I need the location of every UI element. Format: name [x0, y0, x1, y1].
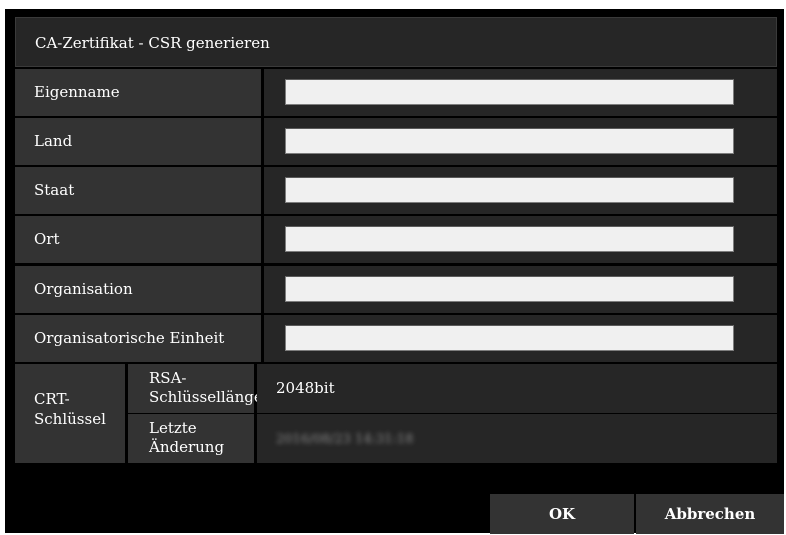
- common-name-cell: [264, 69, 777, 116]
- country-cell: [264, 118, 777, 165]
- locality-cell: [264, 216, 777, 263]
- organizational-unit-label: Organisatorische Einheit: [15, 315, 261, 362]
- locality-input[interactable]: [285, 226, 734, 252]
- csr-dialog: CA-Zertifikat - CSR generieren Eigenname…: [5, 9, 784, 534]
- last-change-label: Letzte Änderung: [128, 414, 254, 463]
- last-change-cell: 2016/08/23 14:31:18: [257, 414, 777, 463]
- field-row-country: Land: [15, 118, 777, 165]
- field-row-organizational-unit: Organisatorische Einheit: [15, 315, 777, 362]
- organizational-unit-cell: [264, 315, 777, 362]
- ok-button[interactable]: OK: [490, 494, 634, 534]
- common-name-input[interactable]: [285, 79, 734, 105]
- key-length-label: RSA- Schlüssellänge: [128, 364, 263, 413]
- common-name-label: Eigenname: [15, 69, 261, 116]
- last-change-value: 2016/08/23 14:31:18: [276, 432, 414, 447]
- dialog-title: CA-Zertifikat - CSR generieren: [15, 17, 777, 67]
- field-row-common-name: Eigenname: [15, 69, 777, 116]
- cancel-button[interactable]: Abbrechen: [636, 494, 784, 534]
- state-label: Staat: [15, 167, 261, 214]
- field-row-locality: Ort: [15, 216, 777, 263]
- country-input[interactable]: [285, 128, 734, 154]
- country-label: Land: [15, 118, 261, 165]
- field-row-state: Staat: [15, 167, 777, 214]
- organization-cell: [264, 266, 777, 313]
- organizational-unit-input[interactable]: [285, 325, 734, 351]
- state-input[interactable]: [285, 177, 734, 203]
- key-length-value: 2048bit: [257, 364, 777, 413]
- locality-label: Ort: [15, 216, 261, 263]
- organization-label: Organisation: [15, 266, 261, 313]
- organization-input[interactable]: [285, 276, 734, 302]
- state-cell: [264, 167, 777, 214]
- field-row-organization: Organisation: [15, 266, 777, 313]
- crt-key-label: CRT- Schlüssel: [15, 364, 125, 463]
